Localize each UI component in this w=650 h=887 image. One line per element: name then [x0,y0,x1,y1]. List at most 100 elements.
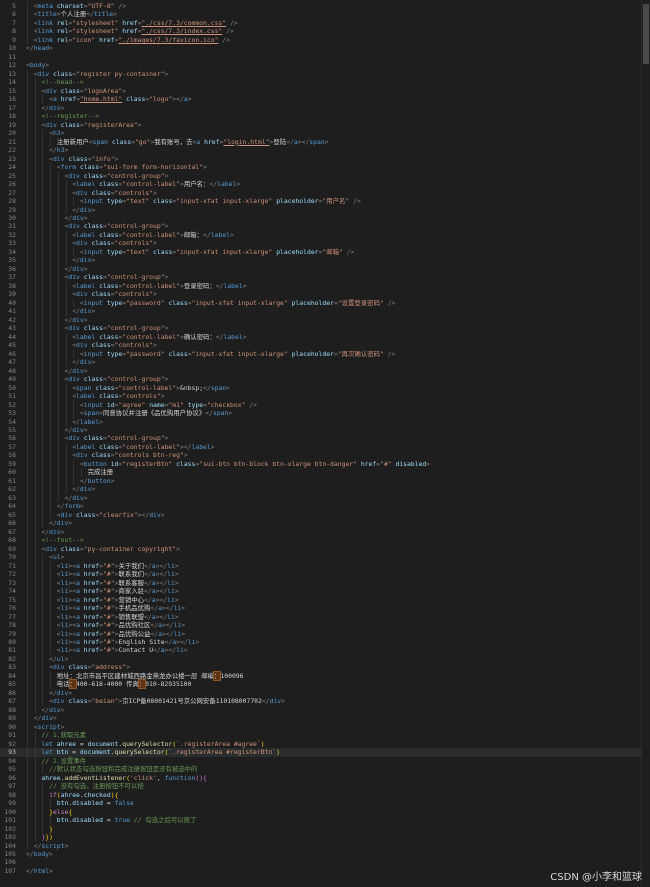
code-line[interactable]: 6 <title>个人注册</title> [0,10,650,19]
code-line[interactable]: 100}else{ [0,807,650,817]
code-line[interactable]: 12 <body> [0,61,650,69]
code-line[interactable]: 74 <li><a href="#">商家入驻</a></li> [0,587,650,596]
code-line[interactable]: 97 // 没有勾选，注册按钮不可以按 [0,782,650,791]
code-line[interactable]: 68 <!--foot--> [0,536,650,545]
code-line[interactable]: 20 <h3> [0,129,650,138]
code-line[interactable]: 92 let ahree = document.querySelector(`.r… [0,739,650,749]
code-line[interactable]: 98 if(ahree.checked){ [0,790,650,800]
code-line[interactable]: 87 <div class="beian">京ICP备08001421号京公网安备… [0,697,650,706]
code-line[interactable]: 85 电话：400-618-4000 传真：010-82935100 [0,679,650,690]
code-line[interactable]: 106 [0,858,650,866]
code-line[interactable]: 32 <label class="control-label">邮箱：</labe… [0,230,650,240]
code-line[interactable]: 75 <li><a href="#">营销中心</a></li> [0,595,650,605]
code-line[interactable]: 94 // 2.设置事件 [0,756,650,766]
code-line[interactable]: 99 btn.disabled = false [0,799,650,808]
code-line[interactable]: 82 </ul> [0,654,650,664]
code-line[interactable]: 35 </div> [0,256,650,265]
code-line[interactable]: 10 </head> [0,44,650,52]
code-line[interactable]: 21 注册新用户<span class="go">我有账号，去<a href="l… [0,137,650,147]
code-line[interactable]: 70 <ul> [0,553,650,562]
code-line[interactable]: 65 <div class="clearfix"></div> [0,510,650,520]
code-line[interactable]: 57 <label class="control-label"></label> [0,442,650,452]
code-line[interactable]: 63 </div> [0,493,650,503]
code-line[interactable]: 44 <label class="control-label">确认密码：</la… [0,332,650,342]
vertical-scrollbar[interactable] [641,0,650,887]
code-line[interactable]: 105 </body> [0,850,650,858]
code-line[interactable]: 26 <label class="control-label">用户名：</lab… [0,180,650,189]
code-line[interactable]: 95 //默认状态勾选按钮和完成注册按钮是没有被选中的 [0,765,650,774]
code-line[interactable]: 88 </div> [0,705,650,715]
code-line[interactable]: 96 ahree.addEventListener('click', functi… [0,773,650,783]
code-line[interactable]: 76 <li><a href="#">手机品优购</a></li> [0,604,650,613]
code-line[interactable]: 67 </div> [0,527,650,537]
code-line[interactable]: 101 btn.disabled = true // 勾选之后可以按了 [0,816,650,825]
code-line[interactable]: 71 <li><a href="#">关于我们</a></li> [0,561,650,571]
code-line[interactable]: 102} [0,824,650,834]
code-line[interactable]: 58 <div class="controls btn-reg"> [0,451,650,460]
code-line[interactable]: 45 <div class="controls"> [0,341,650,350]
code-line[interactable]: 69 <div class="py-container copyright"> [0,544,650,554]
code-line[interactable]: 27 <div class="controls"> [0,188,650,198]
code-line[interactable]: 56 <div class="control-group"> [0,434,650,443]
code-line[interactable]: 62 </div> [0,485,650,494]
code-line[interactable]: 13 <div class="register py-container"> [0,69,650,79]
code-line[interactable]: 7 <link rel="stylesheet" href="./css/7.3/… [0,18,650,28]
code-line[interactable]: 28 <input type="text" class="input-xfat i… [0,197,650,206]
code-line[interactable]: 31 <div class="control-group"> [0,222,650,231]
scrollbar-thumb[interactable] [643,4,649,64]
code-line[interactable]: 77 <li><a href="#">销售联盟</a></li> [0,612,650,622]
code-line[interactable]: 66 </div> [0,519,650,528]
code-line[interactable]: 54 </label> [0,417,650,426]
code-line[interactable]: 17 </div> [0,103,650,113]
code-line[interactable]: 80 <li><a href="#">English Site</a></li> [0,638,650,647]
code-line[interactable]: 11 [0,53,650,61]
code-line[interactable]: 90 <script> [0,722,650,732]
code-line[interactable]: 73 <li><a href="#">联系客服</a></li> [0,578,650,588]
code-line[interactable]: 23 <div class="info"> [0,154,650,164]
code-line[interactable]: 34 <input type="text" class="input-xfat i… [0,247,650,257]
code-line[interactable]: 81 <li><a href="#">Contact U</a></li> [0,646,650,655]
code-line[interactable]: 29 </div> [0,205,650,214]
code-line[interactable]: 40 <input type="password" class="input-xf… [0,298,650,308]
code-line[interactable]: 8 <link rel="stylesheet" href="./css/7.3/… [0,27,650,36]
code-line[interactable]: 78 <li><a href="#">品优购社区</a></li> [0,621,650,630]
code-line[interactable]: 37 <div class="control-group"> [0,273,650,282]
code-line[interactable]: 48 </div> [0,366,650,376]
code-line[interactable]: 49 <div class="control-group"> [0,375,650,384]
code-line[interactable]: 52 <input id="agree" name="m1" type="chec… [0,400,650,410]
code-editor[interactable]: 5 <meta charset="UTF-8" /> 6 <title>个人注册</t… [0,0,650,887]
code-line[interactable]: 18 <!--register--> [0,112,650,121]
code-line[interactable]: 41 </div> [0,307,650,316]
code-line[interactable]: 38 <label class="control-label">登录密码：</la… [0,281,650,291]
code-line[interactable]: 15 <div class="logoArea"> [0,86,650,96]
code-line[interactable]: 64 </form> [0,502,650,511]
code-line[interactable]: 47 </div> [0,358,650,367]
code-line[interactable]: 53 <span>同意协议并注册《品优购用户协议》</span> [0,409,650,418]
code-line[interactable]: 19 <div class="registerArea"> [0,120,650,130]
code-line[interactable]: 14 <!--head--> [0,78,650,87]
code-line[interactable]: 89 </div> [0,714,650,723]
code-line[interactable]: 30 </div> [0,214,650,223]
code-line[interactable]: 93 let btn = document.querySelector(`.reg… [0,748,650,757]
code-line[interactable]: 91 // 1.获取元素 [0,731,650,740]
code-line[interactable]: 36 </div> [0,264,650,274]
code-line[interactable]: 83 <div class="address"> [0,663,650,672]
code-line[interactable]: 104 </script> [0,841,650,850]
code-line[interactable]: 22 </h3> [0,146,650,155]
code-line[interactable]: 43 <div class="control-group"> [0,324,650,333]
code-line[interactable]: 33 <div class="controls"> [0,239,650,248]
code-line[interactable]: 9 <link rel="icon" href="./images/7.3/fav… [0,35,650,45]
code-line[interactable]: 55 </div> [0,426,650,435]
code-line[interactable]: 72 <li><a href="#">联系我们</a></li> [0,570,650,579]
code-line[interactable]: 50 <span class="control-label">&nbsp;</sp… [0,383,650,393]
code-line[interactable]: 79 <li><a href="#">品优购公益</a></li> [0,629,650,638]
code-line[interactable]: 24 <form class="sui-form form-horizontal"… [0,163,650,172]
code-line[interactable]: 103}}) [0,833,650,842]
code-line[interactable]: 60 完成注册 [0,468,650,477]
code-line[interactable]: 16 <a href="home.html" class="logo"></a> [0,95,650,104]
code-line[interactable]: 42 </div> [0,315,650,325]
code-line[interactable]: 51 <label class="controls"> [0,392,650,401]
code-line[interactable]: 25 <div class="control-group"> [0,171,650,181]
code-line[interactable]: 61 </button> [0,476,650,486]
code-line[interactable]: 39 <div class="controls"> [0,290,650,299]
